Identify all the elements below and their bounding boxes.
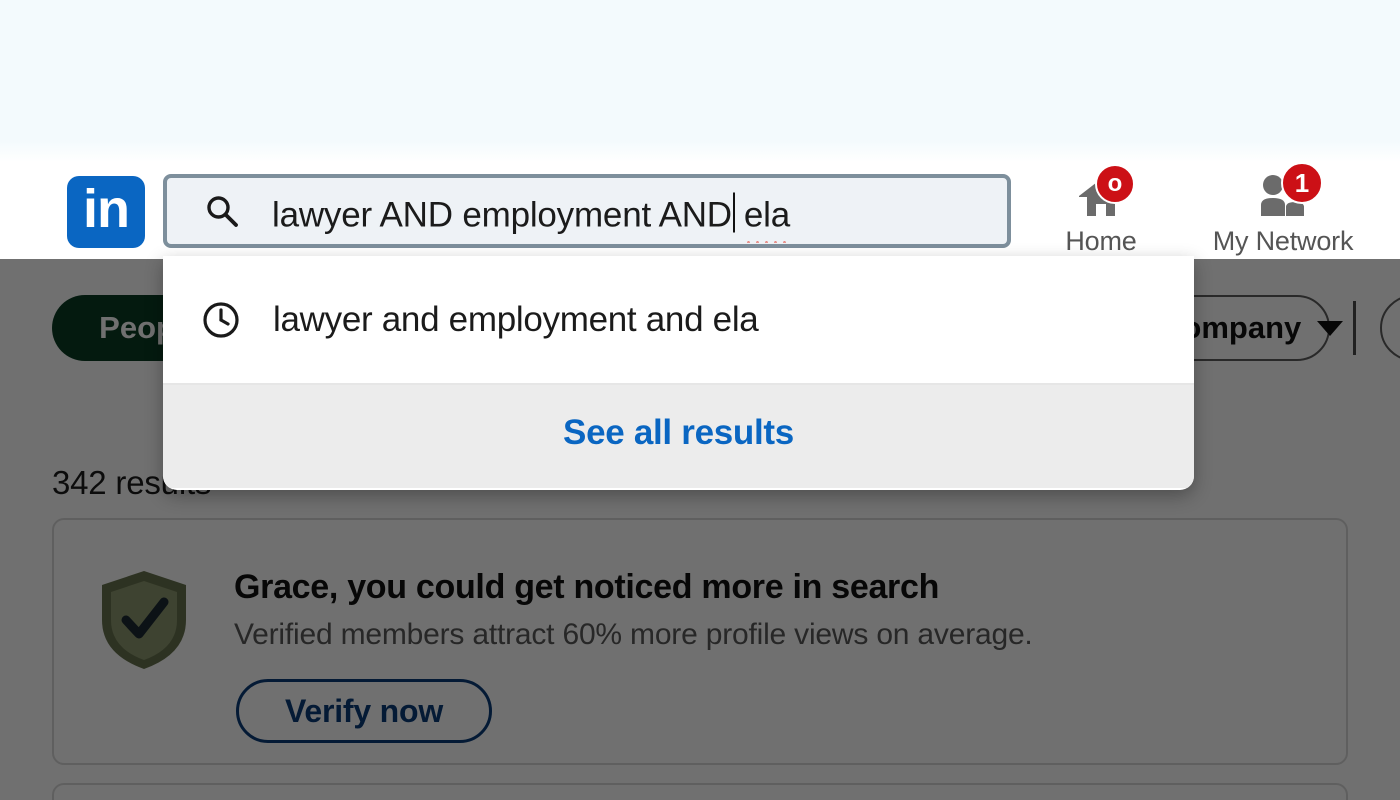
nav-item-home[interactable]: o Home bbox=[1021, 164, 1181, 257]
typeahead-suggestion-item[interactable]: lawyer and employment and ela bbox=[163, 256, 1194, 385]
top-band-fade bbox=[0, 140, 1400, 162]
spellcheck-underline bbox=[743, 238, 790, 243]
filter-pill-extra[interactable]: A bbox=[1380, 295, 1400, 361]
home-icon-wrap: o bbox=[1071, 164, 1135, 220]
search-typeahead-dropdown: lawyer and employment and ela See all re… bbox=[163, 256, 1194, 490]
verification-promo-card: Grace, you could get noticed more in sea… bbox=[52, 518, 1348, 765]
nav-label-my-network: My Network bbox=[1212, 226, 1354, 256]
see-all-results-label: See all results bbox=[563, 412, 794, 452]
search-input-text: lawyer AND employment AND ela bbox=[272, 187, 790, 243]
linkedin-search-screen: in lawyer AND employment AND ela o Home bbox=[0, 0, 1400, 800]
home-badge: o bbox=[1095, 164, 1135, 204]
nav-label-home: Home bbox=[1065, 226, 1137, 256]
clock-icon bbox=[202, 301, 240, 339]
my-network-badge: 1 bbox=[1281, 162, 1323, 204]
verify-now-button[interactable]: Verify now bbox=[236, 679, 492, 743]
see-all-results-button[interactable]: See all results bbox=[163, 385, 1194, 488]
search-value-after-caret: ela bbox=[743, 195, 790, 243]
nav-item-my-network[interactable]: 1 My Network bbox=[1203, 162, 1363, 257]
promo-card-title: Grace, you could get noticed more in sea… bbox=[234, 568, 940, 606]
search-input[interactable]: lawyer AND employment AND ela bbox=[163, 174, 1011, 248]
chevron-down-icon bbox=[1317, 320, 1344, 336]
filter-divider bbox=[1353, 301, 1356, 355]
result-card-next bbox=[52, 783, 1348, 800]
search-value-before-caret: lawyer AND employment AND bbox=[272, 195, 732, 235]
top-background-band bbox=[0, 0, 1400, 161]
search-misspelled-word: ela bbox=[743, 195, 790, 235]
verified-shield-icon bbox=[98, 568, 190, 672]
people-icon-wrap: 1 bbox=[1253, 162, 1323, 220]
promo-card-subtitle: Verified members attract 60% more profil… bbox=[234, 618, 1033, 651]
search-icon bbox=[205, 194, 239, 228]
typeahead-suggestion-text: lawyer and employment and ela bbox=[273, 299, 759, 339]
text-caret bbox=[732, 192, 735, 233]
linkedin-logo[interactable]: in bbox=[67, 176, 145, 248]
